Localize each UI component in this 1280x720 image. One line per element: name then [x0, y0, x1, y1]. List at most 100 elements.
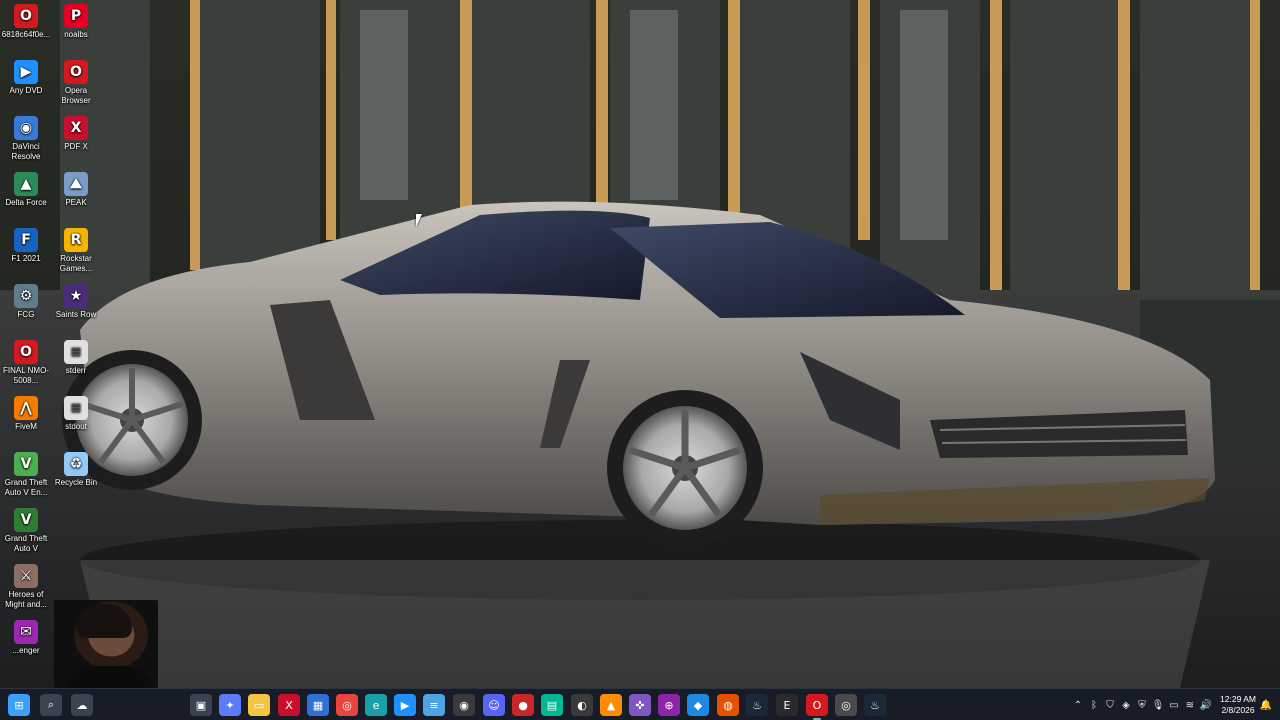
desktop-icon-label: Delta Force: [5, 198, 47, 207]
desktop-icon-label: Rockstar Games...: [59, 254, 93, 273]
desktop-icon-label: stdout: [65, 422, 87, 431]
gta-v-icon: V: [14, 508, 38, 532]
desktop-icon-heroes-of-might-and[interactable]: ⚔ Heroes of Might and...: [0, 564, 52, 610]
file-explorer-icon[interactable]: ▭: [248, 694, 270, 716]
chrome-icon[interactable]: ◎: [336, 694, 358, 716]
desktop-icon-label: FCG: [17, 310, 35, 319]
desktop-icon-label: 6818c64f0e...: [1, 30, 51, 39]
desktop-icon-enger[interactable]: ✉ ...enger: [0, 620, 52, 656]
steam-alt-icon[interactable]: ♨: [864, 694, 886, 716]
desktop-icon-recycle-bin[interactable]: ♻ Recycle Bin: [50, 452, 102, 488]
desktop-icon-any-dvd[interactable]: ▶ Any DVD: [0, 60, 52, 96]
copilot-icon[interactable]: ✦: [219, 694, 241, 716]
video-record-icon[interactable]: ●: [512, 694, 534, 716]
store-icon[interactable]: ▦: [307, 694, 329, 716]
clock-date: 2/8/2026: [1221, 705, 1255, 715]
desktop-icon-stderr[interactable]: ≡ stderr: [50, 340, 102, 376]
desktop-icon-final-nmo-5008[interactable]: O FINAL NMO-5008...: [0, 340, 52, 386]
desktop-icon-saints-row[interactable]: ★ Saints Row: [50, 284, 102, 320]
clock-time: 12:29 AM: [1220, 694, 1256, 704]
peak-game-icon: ⛰: [64, 172, 88, 196]
start-button[interactable]: ⊞: [8, 694, 30, 716]
task-view-icon[interactable]: ▣: [190, 694, 212, 716]
terminal-icon[interactable]: ▤: [541, 694, 563, 716]
desktop-icon-label: Any DVD: [9, 86, 43, 95]
desktop-icon-fcg[interactable]: ⚙ FCG: [0, 284, 52, 320]
discord-icon[interactable]: ☺: [483, 694, 505, 716]
opera-taskbar-icon[interactable]: O: [806, 694, 828, 720]
gta-v-enhanced-icon: V: [14, 452, 38, 476]
text-file-icon: ≡: [64, 396, 88, 420]
desktop-icon-pdf-x[interactable]: X PDF X: [50, 116, 102, 152]
davinci-taskbar-icon[interactable]: ◉: [453, 694, 475, 716]
chevron-up-icon[interactable]: ⌃: [1070, 697, 1086, 713]
notification-bell-icon[interactable]: 🔔: [1258, 697, 1274, 713]
wifi-icon[interactable]: ≋: [1182, 697, 1198, 713]
display-icon[interactable]: ▭: [1166, 697, 1182, 713]
chrome-alt-icon[interactable]: ◎: [835, 694, 857, 716]
desktop[interactable]: O 6818c64f0e... Pnoalbs ▶ Any DVD O Opera Brow…: [0, 0, 1280, 720]
origin-icon[interactable]: ◍: [717, 694, 739, 716]
desktop-icon-peak[interactable]: ⛰ PEAK: [50, 172, 102, 208]
desktop-icon-delta-force[interactable]: ▲ Delta Force: [0, 172, 52, 208]
obs-icon[interactable]: ◐: [571, 694, 593, 716]
vlc-icon[interactable]: ▲: [600, 694, 622, 716]
opera-browser-icon: O: [64, 60, 88, 84]
text-file-icon: ≡: [64, 340, 88, 364]
desktop-icon-label: ...enger: [12, 646, 40, 655]
desktop-icon-6818c64f0e[interactable]: O 6818c64f0e...: [0, 4, 52, 40]
bluetooth-icon[interactable]: ᛒ: [1086, 697, 1102, 713]
davinci-resolve-icon: ◉: [14, 116, 38, 140]
shield-icon[interactable]: ⛉: [1102, 697, 1118, 713]
steam-icon[interactable]: ♨: [746, 694, 768, 716]
desktop-icon-f1-2021[interactable]: F F1 2021: [0, 228, 52, 264]
desktop-icon-rockstar-games[interactable]: R Rockstar Games...: [50, 228, 102, 274]
desktop-icon-label: DaVinci Resolve: [11, 142, 41, 161]
desktop-icon-opera-browser[interactable]: O Opera Browser: [50, 60, 102, 106]
widgets-icon[interactable]: ☁: [71, 694, 93, 716]
volume-icon[interactable]: 🔊: [1198, 697, 1214, 713]
pdf-x-taskbar-icon[interactable]: X: [278, 694, 300, 716]
notepad-icon[interactable]: ≡: [423, 694, 445, 716]
webcam-person-shirt: [64, 666, 154, 688]
desktop-icon-label: Grand Theft Auto V En...: [4, 478, 48, 497]
anydvd-play-icon: ▶: [14, 60, 38, 84]
epic-games-icon[interactable]: E: [776, 694, 798, 716]
app-blue-icon[interactable]: ◆: [687, 694, 709, 716]
fivem-icon: ⋀: [14, 396, 38, 420]
controller-icon[interactable]: ⊕: [658, 694, 680, 716]
taskbar: ⊞ ⌕ ☁ ▣ ✦ ▭ X ▦ ◎ e ▶ ≡ ◉ ☺ ● ▤ ◐ ▲ ✜ ⊕ ◆ ◍ ♨ E O ◎ ♨ ⌃ ᛒ ⛉ ◈ ⛨ 🎙 ▭ ≋ 🔊 12…: [0, 688, 1280, 720]
desktop-icon-grand-theft-auto-v[interactable]: V Grand Theft Auto V: [0, 508, 52, 554]
gamepad-icon[interactable]: ✜: [629, 694, 651, 716]
desktop-icon-label: Opera Browser: [61, 86, 91, 105]
desktop-icon-label: Saints Row: [55, 310, 97, 319]
desktop-icon-label: Grand Theft Auto V: [4, 534, 48, 553]
desktop-icon-label: F1 2021: [11, 254, 41, 263]
desktop-icon-label: FiveM: [15, 422, 37, 431]
desktop-icon-fivem[interactable]: ⋀ FiveM: [0, 396, 52, 432]
pinterest-icon: P: [64, 4, 88, 28]
desktop-icon-grand-theft-auto-v-en[interactable]: V Grand Theft Auto V En...: [0, 452, 52, 498]
desktop-icon-label: noalbs: [64, 30, 88, 39]
clock[interactable]: 12:29 AM 2/8/2026: [1216, 694, 1260, 716]
network-app-icon[interactable]: ◈: [1118, 697, 1134, 713]
microphone-icon[interactable]: 🎙: [1150, 697, 1166, 713]
search-icon[interactable]: ⌕: [40, 694, 62, 716]
desktop-icon-davinci-resolve[interactable]: ◉ DaVinci Resolve: [0, 116, 52, 162]
webcam-overlay: [54, 600, 158, 688]
desktop-icon-label: Recycle Bin: [54, 478, 98, 487]
car-wallpaper: [0, 0, 1280, 688]
desktop-icon-label: FINAL NMO-5008...: [3, 366, 49, 385]
edge-icon[interactable]: e: [365, 694, 387, 716]
messenger-icon: ✉: [14, 620, 38, 644]
desktop-icon-label: Heroes of Might and...: [5, 590, 47, 609]
pdf-x-icon: X: [64, 116, 88, 140]
desktop-icon-stdout[interactable]: ≡ stdout: [50, 396, 102, 432]
desktop-icon-noalbs[interactable]: Pnoalbs: [50, 4, 102, 40]
opera-red-icon: O: [14, 4, 38, 28]
delta-force-icon: ▲: [14, 172, 38, 196]
opera-file-icon: O: [14, 340, 38, 364]
desktop-icon-label: PDF X: [64, 142, 88, 151]
anydvd-taskbar-icon[interactable]: ▶: [394, 694, 416, 716]
security-icon[interactable]: ⛨: [1134, 697, 1150, 713]
